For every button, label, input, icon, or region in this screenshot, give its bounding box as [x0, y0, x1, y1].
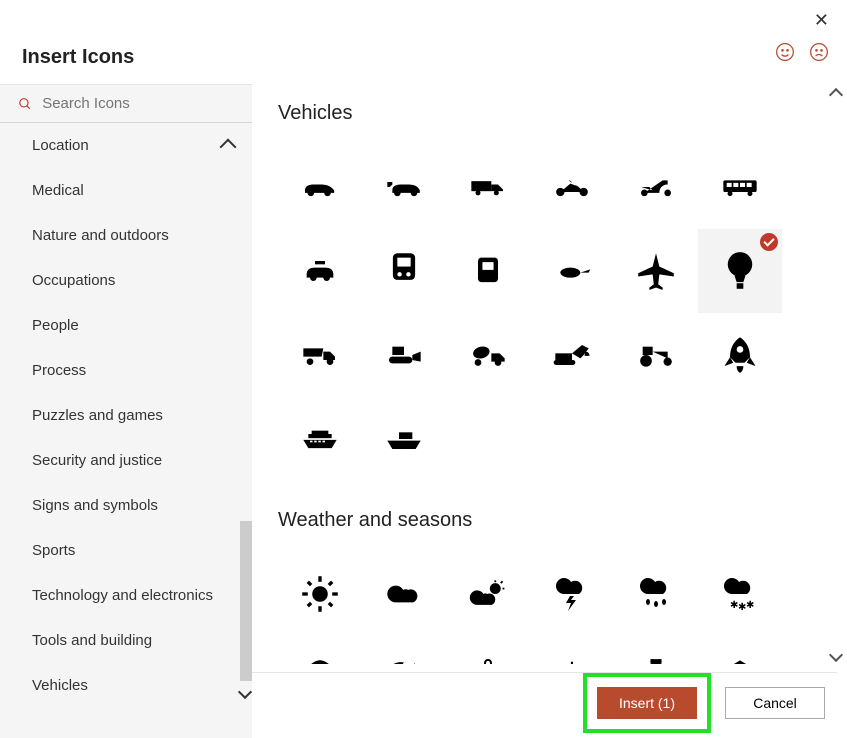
category-label: Technology and electronics — [32, 587, 213, 604]
motorcycle-icon[interactable] — [530, 145, 614, 229]
close-button[interactable]: ✕ — [814, 10, 829, 31]
category-label: Location — [32, 137, 89, 154]
category-label: Medical — [32, 182, 84, 199]
category-label: Security and justice — [32, 452, 162, 469]
partly-cloudy-icon[interactable] — [446, 552, 530, 636]
icon-grid-weather: ✱✱✱ ✦✦ ❄ — [278, 552, 821, 664]
section-title-weather: Weather and seasons — [278, 509, 821, 532]
bus-icon[interactable] — [698, 145, 782, 229]
sun-icon[interactable] — [278, 552, 362, 636]
snowflake-icon[interactable]: ❄ — [530, 636, 614, 664]
moon-stars-icon[interactable]: ✦✦ — [362, 636, 446, 664]
rocket-icon[interactable] — [698, 313, 782, 397]
tractor-icon[interactable] — [614, 313, 698, 397]
cruise-ship-icon[interactable] — [278, 397, 362, 481]
helicopter-icon[interactable] — [530, 229, 614, 313]
insert-button[interactable]: Insert (1) — [597, 687, 697, 719]
search-row — [0, 85, 252, 123]
insert-highlight: Insert (1) — [583, 673, 711, 733]
taxi-icon[interactable] — [278, 229, 362, 313]
seed-packet-icon[interactable] — [698, 636, 782, 664]
category-item-technology[interactable]: Technology and electronics — [0, 573, 252, 618]
category-label: Tools and building — [32, 632, 152, 649]
search-icon — [18, 96, 32, 112]
bulldozer-icon[interactable] — [362, 313, 446, 397]
category-item-weather[interactable]: Weather and seasons — [0, 708, 252, 719]
category-label: Nature and outdoors — [32, 227, 169, 244]
snow-cloud-icon[interactable]: ✱✱✱ — [698, 552, 782, 636]
selected-checkmark-icon — [760, 233, 778, 251]
category-list: Location Medical Nature and outdoors Occ… — [0, 123, 252, 719]
category-item-medical[interactable]: Medical — [0, 168, 252, 213]
footer: Insert (1) Cancel — [252, 672, 837, 732]
category-item-nature[interactable]: Nature and outdoors — [0, 213, 252, 258]
umbrella-icon[interactable] — [278, 636, 362, 664]
sidebar-scrollbar[interactable] — [240, 521, 252, 681]
cancel-button[interactable]: Cancel — [725, 687, 825, 719]
category-item-people[interactable]: People — [0, 303, 252, 348]
category-label: Signs and symbols — [32, 497, 158, 514]
category-item-security[interactable]: Security and justice — [0, 438, 252, 483]
main-panel: Vehicles Weather and seasons ✱✱✱ ✦✦ ❄ — [252, 84, 847, 664]
feedback-frown-icon[interactable] — [809, 42, 829, 62]
hot-air-balloon-icon[interactable] — [698, 229, 782, 313]
svg-text:✦: ✦ — [411, 661, 419, 664]
cloud-icon[interactable] — [362, 552, 446, 636]
category-item-occupations[interactable]: Occupations — [0, 258, 252, 303]
electric-car-icon[interactable] — [362, 145, 446, 229]
category-label: Occupations — [32, 272, 115, 289]
excavator-icon[interactable] — [530, 313, 614, 397]
category-label: Process — [32, 362, 86, 379]
category-item-vehicles[interactable]: Vehicles — [0, 663, 252, 708]
sidebar: Location Medical Nature and outdoors Occ… — [0, 84, 252, 738]
category-item-sports[interactable]: Sports — [0, 528, 252, 573]
feedback-smile-icon[interactable] — [775, 42, 795, 62]
svg-text:✱: ✱ — [746, 600, 754, 611]
dump-truck-icon[interactable] — [278, 313, 362, 397]
category-label: Puzzles and games — [32, 407, 163, 424]
category-label: Sports — [32, 542, 75, 559]
category-item-location[interactable]: Location — [0, 123, 252, 168]
snowman-icon[interactable] — [614, 636, 698, 664]
icon-grid-vehicles — [278, 145, 821, 481]
thunderstorm-icon[interactable] — [530, 552, 614, 636]
dialog-title: Insert Icons — [22, 46, 134, 69]
search-input[interactable] — [42, 95, 234, 112]
train-icon[interactable] — [362, 229, 446, 313]
cement-truck-icon[interactable] — [446, 313, 530, 397]
scooter-icon[interactable] — [614, 145, 698, 229]
truck-icon[interactable] — [446, 145, 530, 229]
category-item-puzzles[interactable]: Puzzles and games — [0, 393, 252, 438]
category-label: Vehicles — [32, 677, 88, 694]
car-icon[interactable] — [278, 145, 362, 229]
cargo-ship-icon[interactable] — [362, 397, 446, 481]
rain-icon[interactable] — [614, 552, 698, 636]
tram-icon[interactable] — [446, 229, 530, 313]
category-label: People — [32, 317, 79, 334]
thermometer-icon[interactable] — [446, 636, 530, 664]
category-item-process[interactable]: Process — [0, 348, 252, 393]
section-title-vehicles: Vehicles — [278, 102, 821, 125]
category-item-tools[interactable]: Tools and building — [0, 618, 252, 663]
airplane-icon[interactable] — [614, 229, 698, 313]
category-item-signs[interactable]: Signs and symbols — [0, 483, 252, 528]
